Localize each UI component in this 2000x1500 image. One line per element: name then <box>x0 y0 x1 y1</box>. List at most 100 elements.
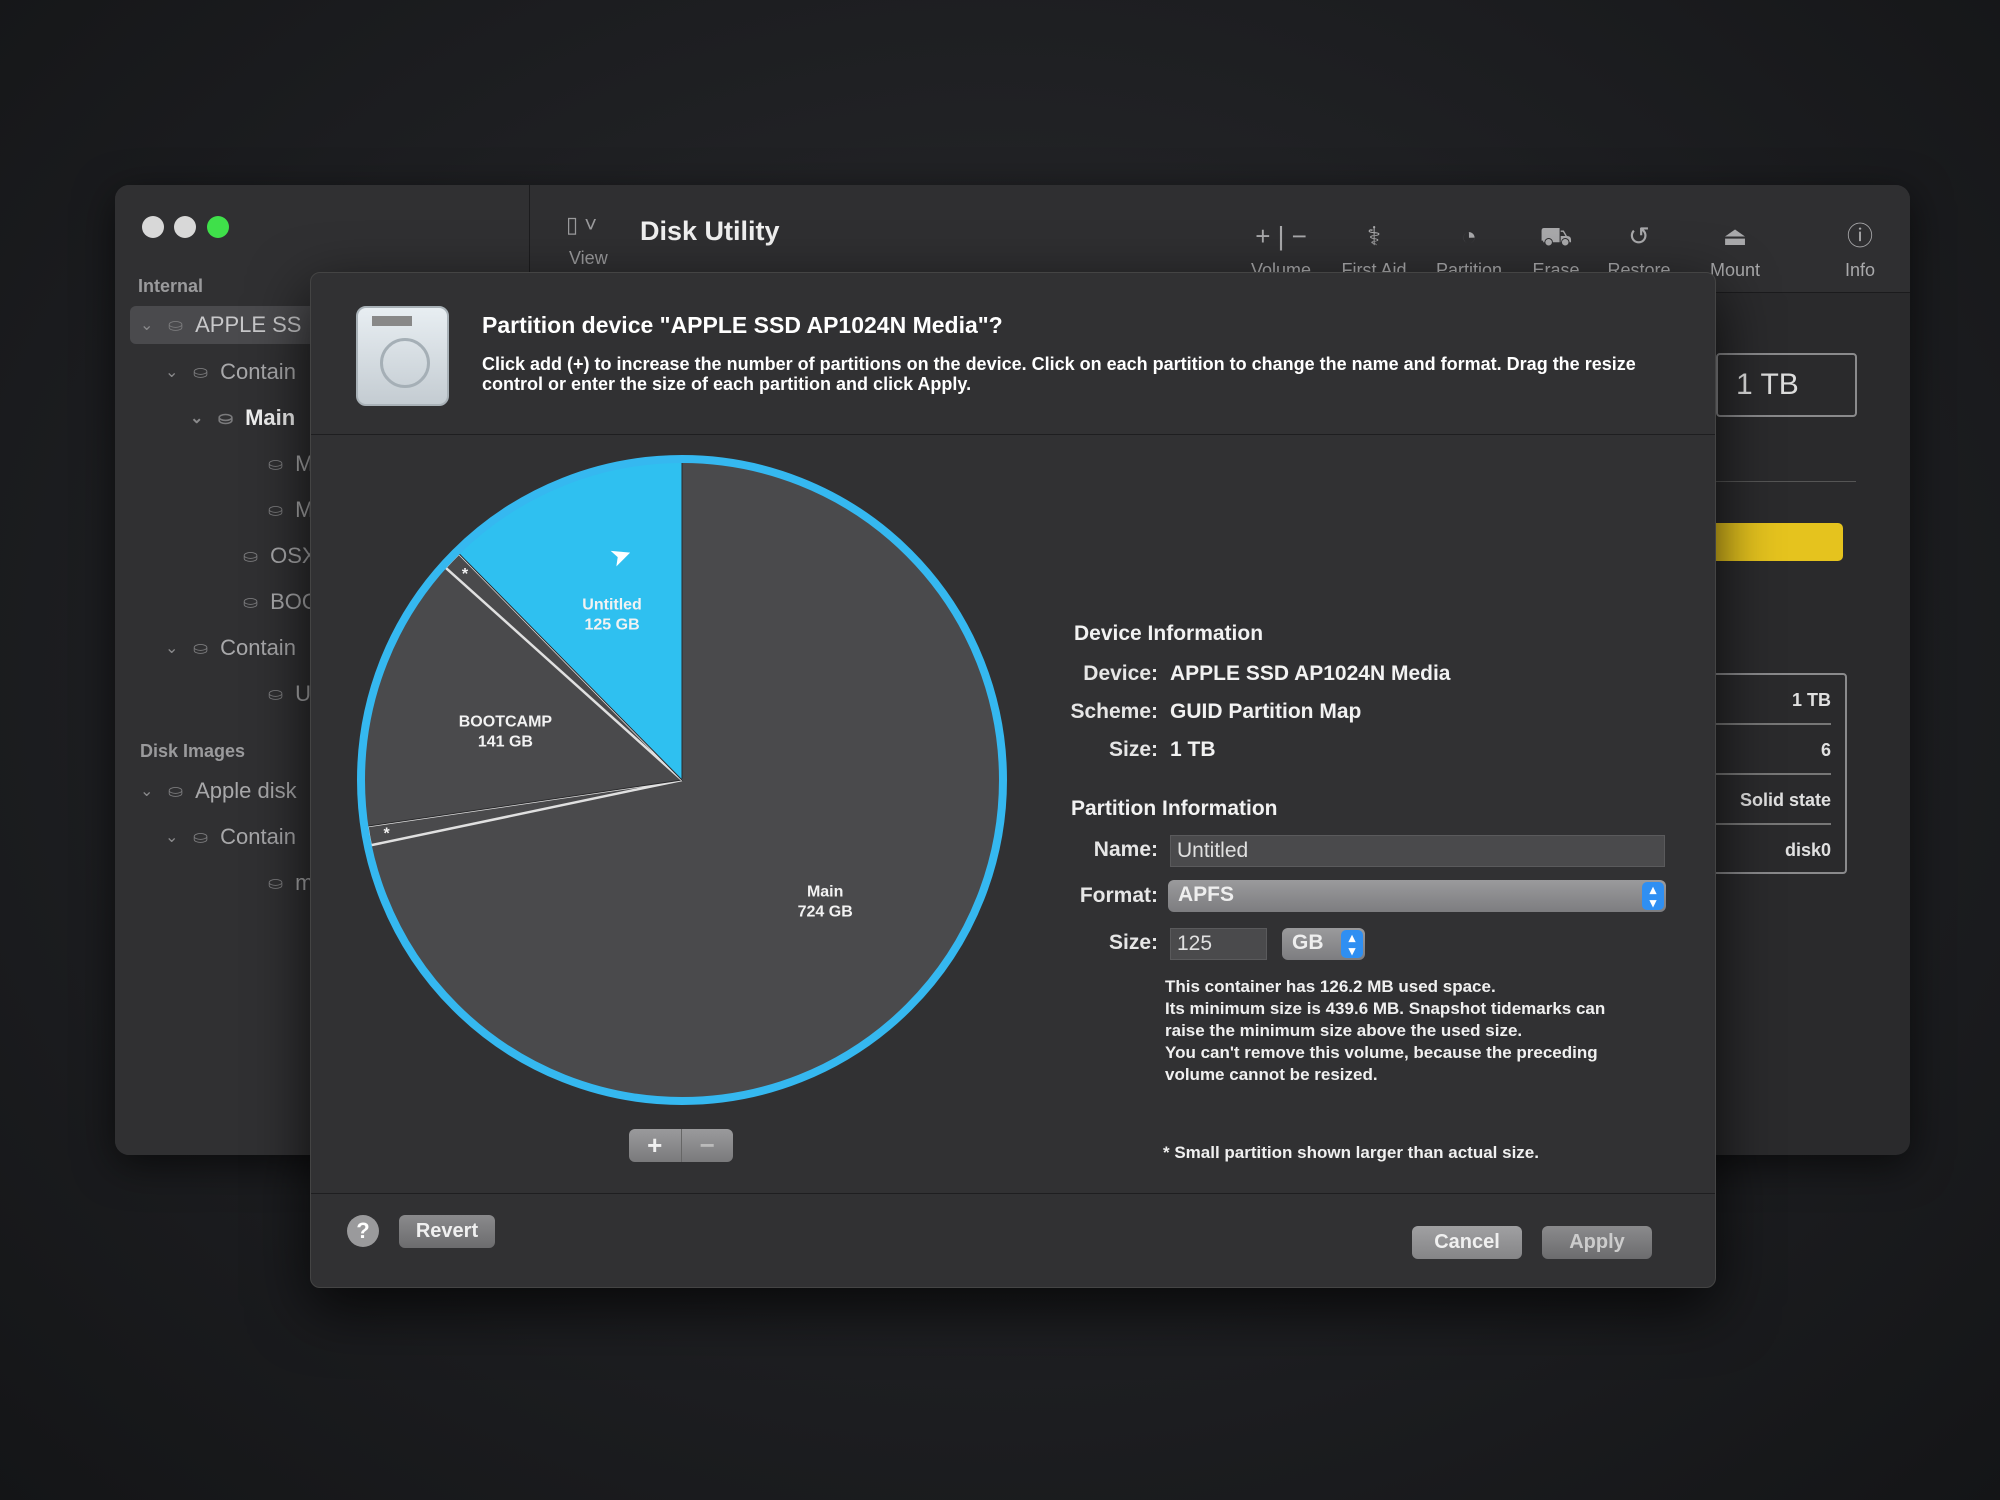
volume-icon: ⛀ <box>268 453 284 474</box>
info-table-value: 1 TB <box>1711 685 1831 725</box>
scheme-value: GUID Partition Map <box>1170 700 1362 723</box>
up-down-arrows-icon: ▴ ▾ <box>1642 882 1664 910</box>
sidebar-item-label: APPLE SS <box>195 312 302 337</box>
up-down-arrows-icon: ▴ ▾ <box>1341 930 1363 958</box>
container-icon: ⛀ <box>193 361 209 382</box>
erase-disk-icon: ⛟ <box>1539 221 1573 251</box>
disk-icon: ⛀ <box>168 314 184 335</box>
partition-notes: This container has 126.2 MB used space. I… <box>1165 976 1605 1086</box>
chevron-down-icon[interactable]: ⌄ <box>190 408 206 428</box>
volume-icon: ⛀ <box>243 545 259 566</box>
sidebar-header-internal: Internal <box>138 276 204 296</box>
view-label: View <box>569 248 608 268</box>
stethoscope-icon: ⚕ <box>1366 221 1382 251</box>
pie-icon: ◔ <box>1461 221 1477 251</box>
device-info-header: Device Information <box>1074 622 1264 645</box>
partition-size-input[interactable] <box>1170 928 1267 960</box>
sidebar-item[interactable]: ⌄ ⛀ APPLE SS <box>140 312 301 338</box>
sidebar-header-disk-images: Disk Images <box>140 741 246 761</box>
minimize-window-button[interactable] <box>174 216 196 238</box>
sidebar-item[interactable]: ⌄ ⛀ Main <box>190 405 295 431</box>
info-table-value: 6 <box>1711 735 1831 775</box>
dialog-title: Partition device "APPLE SSD AP1024N Medi… <box>482 312 1003 338</box>
help-button[interactable]: ? <box>347 1215 379 1247</box>
note-line: Its minimum size is 439.6 MB. Snapshot t… <box>1165 999 1606 1018</box>
divider <box>1716 481 1856 482</box>
apply-button[interactable]: Apply <box>1542 1226 1652 1259</box>
header-divider <box>311 434 1715 435</box>
container-icon: ⛀ <box>193 637 209 658</box>
format-value: APFS <box>1178 883 1235 906</box>
chevron-down-icon[interactable]: ⌄ <box>140 781 156 801</box>
pie-label-name: Main <box>807 883 843 900</box>
partition-name-input[interactable] <box>1170 835 1665 867</box>
app-title: Disk Utility <box>640 216 780 246</box>
info-table-value: disk0 <box>1784 840 1831 860</box>
disk-icon: ⛀ <box>168 780 184 801</box>
small-partition-marker: * <box>462 566 469 583</box>
volume-icon: ⛀ <box>268 683 284 704</box>
sidebar-toggle-icon[interactable]: ▯ ˅ <box>566 212 597 238</box>
name-label: Name: <box>1093 838 1158 861</box>
toolbar-info-button[interactable]: ⓘ Info <box>1815 218 1905 281</box>
size-unit-value: GB <box>1292 931 1324 954</box>
volume-group-icon: ⛀ <box>218 407 234 428</box>
close-window-button[interactable] <box>142 216 164 238</box>
chevron-down-icon[interactable]: ⌄ <box>165 362 181 382</box>
small-partition-marker: * <box>384 826 391 843</box>
note-line: raise the minimum size above the used si… <box>1165 1021 1523 1040</box>
add-partition-button[interactable]: + <box>629 1129 682 1162</box>
pie-label-size: 141 GB <box>478 734 533 751</box>
mount-icon: ⏏ <box>1722 221 1748 251</box>
volume-icon: ⛀ <box>268 872 284 893</box>
pie-label-name: BOOTCAMP <box>459 714 553 731</box>
info-icon: ⓘ <box>1846 221 1873 251</box>
hard-disk-icon <box>356 306 449 406</box>
pie-label-name: Untitled <box>582 596 642 613</box>
info-table-value: Solid state <box>1711 785 1831 825</box>
remove-partition-button[interactable]: − <box>682 1129 734 1162</box>
chevron-down-icon[interactable]: ⌄ <box>165 827 181 847</box>
sidebar-item[interactable]: ⌄ ⛀ Contain <box>165 359 296 385</box>
device-size-label: Size: <box>1108 738 1158 761</box>
cancel-button[interactable]: Cancel <box>1412 1226 1522 1259</box>
partition-info-header: Partition Information <box>1071 797 1278 820</box>
footer-divider <box>311 1193 1715 1194</box>
note-line: volume cannot be resized. <box>1165 1065 1378 1084</box>
partition-pie-chart[interactable]: Main 724 GB * BOOTCAMP 141 GB * Untitled 125 GB <box>340 440 1030 1130</box>
scheme-label: Scheme: <box>1070 700 1158 723</box>
revert-button[interactable]: Revert <box>399 1215 495 1248</box>
note-line: You can't remove this volume, because th… <box>1165 1043 1598 1062</box>
container-icon: ⛀ <box>193 826 209 847</box>
sidebar-item-label: Contain <box>220 359 296 384</box>
pie-label-size: 125 GB <box>584 616 639 633</box>
format-select[interactable]: APFS ▴ ▾ <box>1168 880 1666 912</box>
sidebar-item-label: Main <box>245 405 296 430</box>
capacity-display: 1 TB <box>1716 353 1857 417</box>
size-unit-select[interactable]: GB ▴ ▾ <box>1282 928 1365 960</box>
sidebar-item[interactable]: ⌄ ⛀ Contain <box>165 635 296 661</box>
device-size-value: 1 TB <box>1170 738 1216 761</box>
chevron-down-icon[interactable]: ⌄ <box>165 638 181 658</box>
dialog-description: Click add (+) to increase the number of … <box>482 354 1636 394</box>
volume-icon: ⛀ <box>243 591 259 612</box>
restore-icon: ↺ <box>1628 221 1650 251</box>
device-label: Device: <box>1083 662 1158 685</box>
sidebar-item[interactable]: ⌄ ⛀ Apple disk <box>140 778 297 804</box>
small-partition-footnote: * Small partition shown larger than actu… <box>1163 1143 1539 1162</box>
sidebar-item-label: Contain <box>220 635 296 660</box>
device-value: APPLE SSD AP1024N Media <box>1170 662 1451 685</box>
size-label: Size: <box>1108 931 1158 954</box>
add-remove-control: + − <box>629 1129 733 1162</box>
sidebar-item[interactable]: ⌄ ⛀ Contain <box>165 824 296 850</box>
note-line: This container has 126.2 MB used space. <box>1165 977 1496 996</box>
format-label: Format: <box>1079 884 1158 907</box>
plus-minus-icon: + | − <box>1255 221 1307 251</box>
volume-icon: ⛀ <box>268 499 284 520</box>
zoom-window-button[interactable] <box>207 216 229 238</box>
pie-label-size: 724 GB <box>798 903 853 920</box>
sidebar-item-label: Contain <box>220 824 296 849</box>
usage-bar <box>1709 523 1843 561</box>
toolbar-label: Info <box>1844 260 1876 280</box>
chevron-down-icon[interactable]: ⌄ <box>140 315 156 335</box>
